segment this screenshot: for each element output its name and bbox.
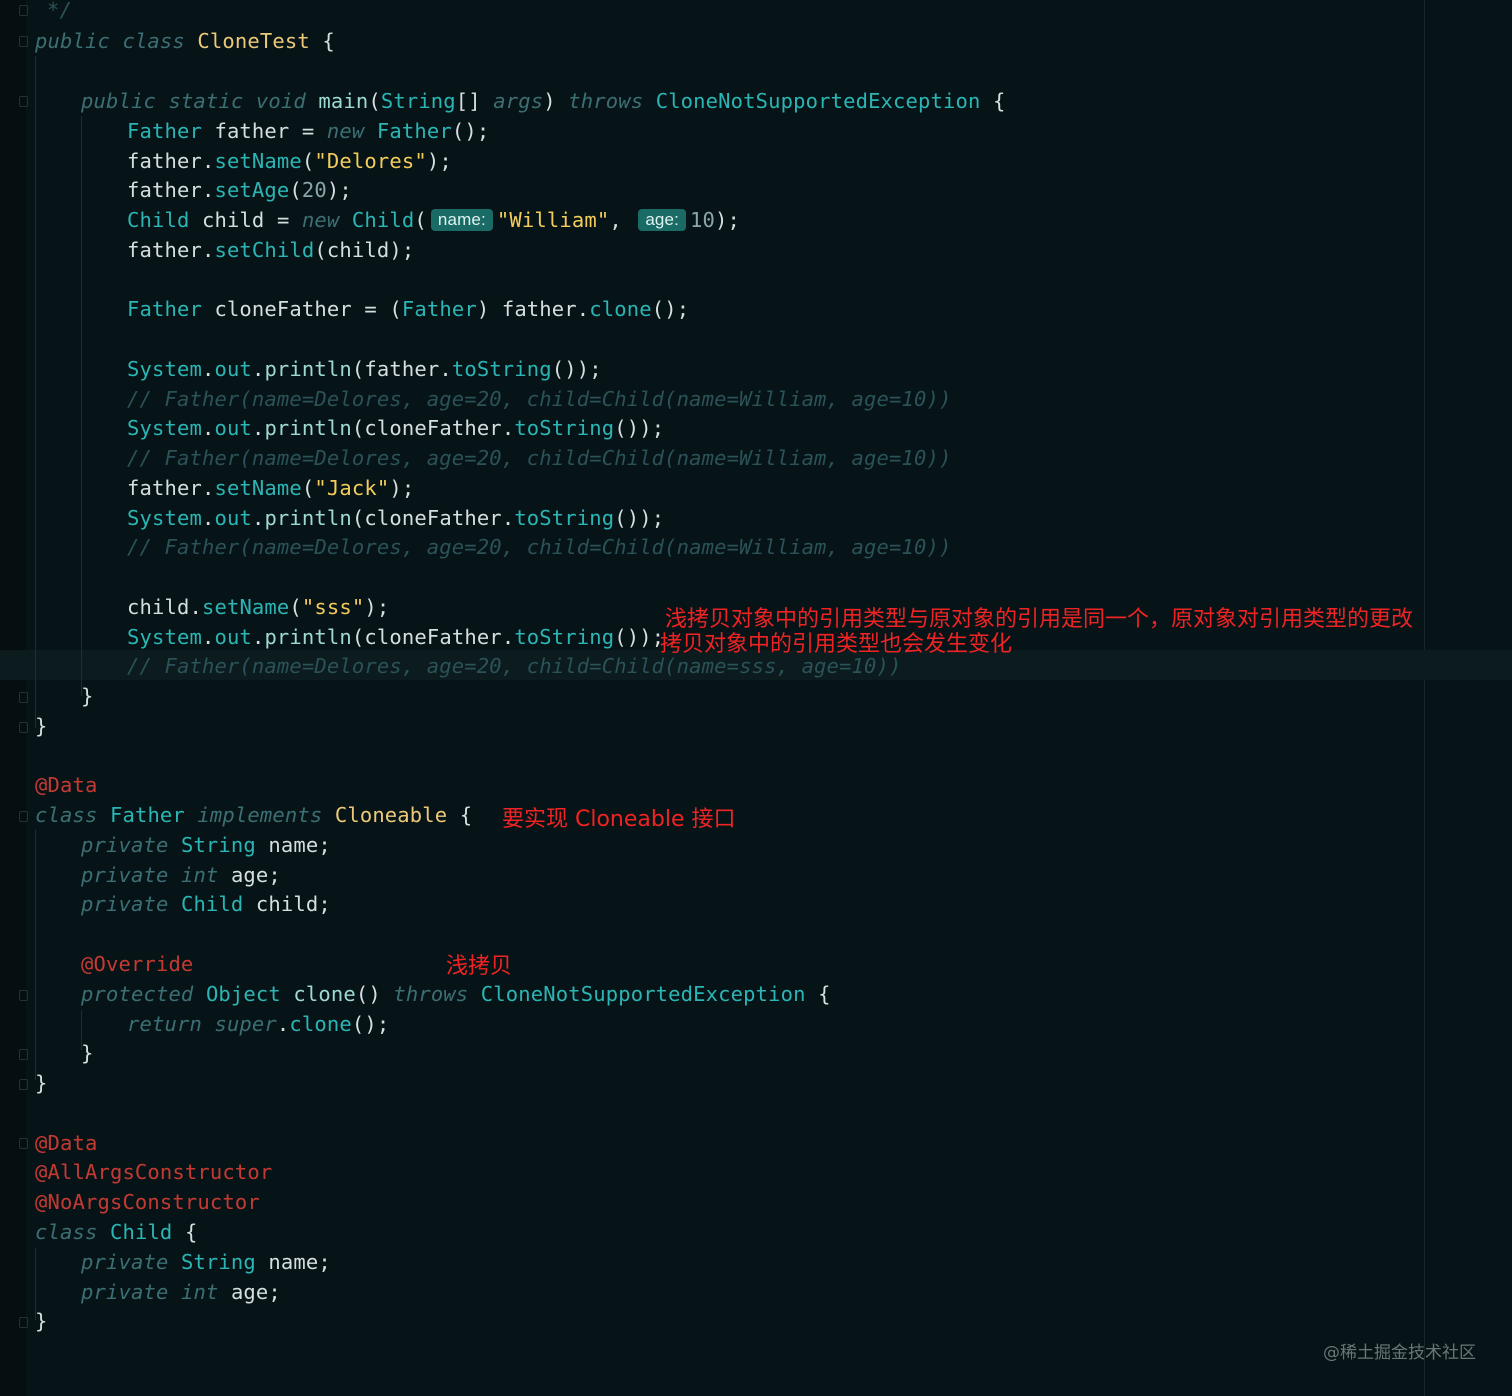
watermark: @稀土掘金技术社区 <box>1323 1343 1476 1363</box>
code-comment: // Father(name=Delores, age=20, child=Ch… <box>127 535 952 559</box>
fold-marker[interactable] <box>19 692 28 703</box>
closing-brace: } <box>35 1071 48 1095</box>
closing-brace: } <box>35 714 48 738</box>
code-line: private int age; <box>81 863 281 887</box>
fold-marker[interactable] <box>19 990 28 1001</box>
closing-brace: } <box>35 1309 48 1333</box>
indent-guide <box>81 116 82 696</box>
code-line: father.setName("Jack"); <box>127 476 415 500</box>
shallow-copy-note-line1: 浅拷贝对象中的引用类型与原对象的引用是同一个，原对象对引用类型的更改 <box>665 607 1414 632</box>
code-line: public class CloneTest { <box>35 29 335 53</box>
code-line: System.out.println(cloneFather.toString(… <box>127 625 665 649</box>
closing-brace: } <box>81 1041 94 1065</box>
code-line: return super.clone(); <box>127 1012 390 1036</box>
parameter-hint: age: <box>638 209 687 231</box>
indent-guide <box>35 830 36 1080</box>
closing-brace: } <box>81 684 94 708</box>
fold-marker[interactable] <box>19 96 28 107</box>
annotation: @NoArgsConstructor <box>35 1190 260 1214</box>
code-comment: // Father(name=Delores, age=20, child=Ch… <box>127 446 952 470</box>
shallow-copy-note-line2: 拷贝对象中的引用类型也会发生变化 <box>660 632 1013 657</box>
code-line: System.out.println(cloneFather.toString(… <box>127 416 665 440</box>
code-line: class Child { <box>35 1220 198 1244</box>
code-line: */ <box>47 0 72 22</box>
code-line: System.out.println(cloneFather.toString(… <box>127 506 665 530</box>
code-line: private String name; <box>81 833 331 857</box>
indent-guide <box>35 56 36 728</box>
code-line: Father father = new Father(); <box>127 119 490 143</box>
fold-marker[interactable] <box>19 722 28 733</box>
cloneable-note: 要实现 Cloneable 接口 <box>502 807 736 832</box>
code-line: father.setAge(20); <box>127 178 352 202</box>
fold-marker[interactable] <box>19 36 28 47</box>
code-comment: // Father(name=Delores, age=20, child=Ch… <box>127 387 952 411</box>
fold-marker[interactable] <box>19 1138 28 1149</box>
annotation: @Override <box>81 952 194 976</box>
code-line: System.out.println(father.toString()); <box>127 357 602 381</box>
code-line: father.setChild(child); <box>127 238 415 262</box>
fold-marker[interactable] <box>19 1049 28 1060</box>
code-line: father.setName("Delores"); <box>127 149 452 173</box>
fold-marker[interactable] <box>19 1317 28 1328</box>
code-editor[interactable]: */ public class CloneTest { public stati… <box>0 0 1512 1396</box>
fold-marker[interactable] <box>19 1079 28 1090</box>
code-line: Father cloneFather = (Father) father.clo… <box>127 297 690 321</box>
code-line: Child child = new Child(name: "William", … <box>127 208 740 232</box>
fold-marker[interactable] <box>19 5 28 16</box>
code-line: private String name; <box>81 1250 331 1274</box>
annotation: @Data <box>35 1131 98 1155</box>
code-line: private Child child; <box>81 892 331 916</box>
right-margin-guide <box>1424 0 1425 1396</box>
annotation: @Data <box>35 773 98 797</box>
code-line: protected Object clone() throws CloneNot… <box>81 982 831 1006</box>
code-line: child.setName("sss"); <box>127 595 390 619</box>
shallow-copy-label: 浅拷贝 <box>446 954 513 979</box>
code-line: private int age; <box>81 1280 281 1304</box>
annotation: @AllArgsConstructor <box>35 1160 273 1184</box>
code-line: class Father implements Cloneable { <box>35 803 473 827</box>
fold-marker[interactable] <box>19 811 28 822</box>
parameter-hint: name: <box>430 209 493 231</box>
code-line: public static void main(String[] args) t… <box>81 89 1006 113</box>
